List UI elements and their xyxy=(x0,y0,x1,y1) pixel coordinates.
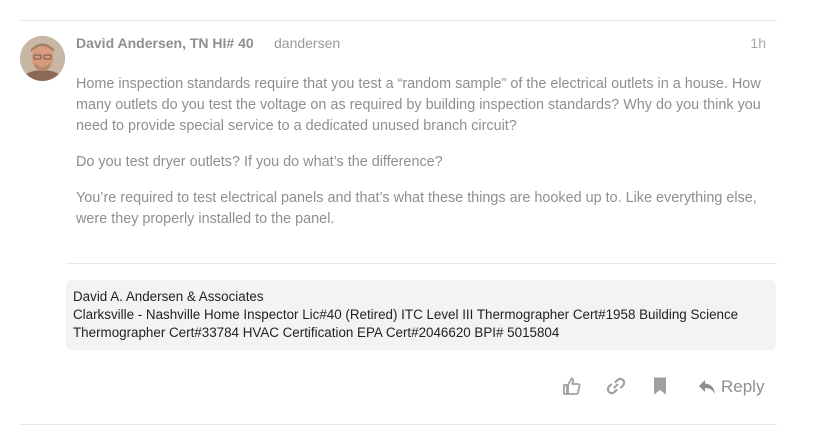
post-paragraph: You’re required to test electrical panel… xyxy=(76,190,757,227)
post-header: David Andersen, TN HI# 40 dandersen 1h xyxy=(76,35,766,55)
avatar-image xyxy=(20,36,65,81)
signature-line: Clarksville - Nashville Home Inspector L… xyxy=(73,307,739,322)
bottom-divider xyxy=(20,424,777,425)
author-full-name[interactable]: David Andersen, TN HI# 40 xyxy=(76,35,254,51)
bookmark-icon[interactable] xyxy=(650,376,670,396)
user-signature: David A. Andersen & Associates Clarksvil… xyxy=(66,280,776,350)
post-paragraph: Home inspection standards require that y… xyxy=(76,76,761,134)
signature-divider xyxy=(66,263,777,264)
top-divider xyxy=(20,20,777,21)
author-avatar[interactable] xyxy=(20,36,65,81)
signature-line: Thermographer Cert#33784 HVAC Certificat… xyxy=(73,325,560,340)
post-actions: Reply xyxy=(560,372,776,402)
reply-arrow-icon xyxy=(699,380,715,394)
post-body: Home inspection standards require that y… xyxy=(76,74,776,245)
signature-line: David A. Andersen & Associates xyxy=(73,289,264,304)
reply-button[interactable]: Reply xyxy=(698,372,764,402)
link-icon[interactable] xyxy=(606,376,626,396)
author-username[interactable]: dandersen xyxy=(274,35,340,51)
thumbs-up-icon[interactable] xyxy=(562,376,582,396)
post-paragraph: Do you test dryer outlets? If you do wha… xyxy=(76,154,443,170)
post-date[interactable]: 1h xyxy=(750,35,766,51)
reply-label: Reply xyxy=(721,377,765,396)
